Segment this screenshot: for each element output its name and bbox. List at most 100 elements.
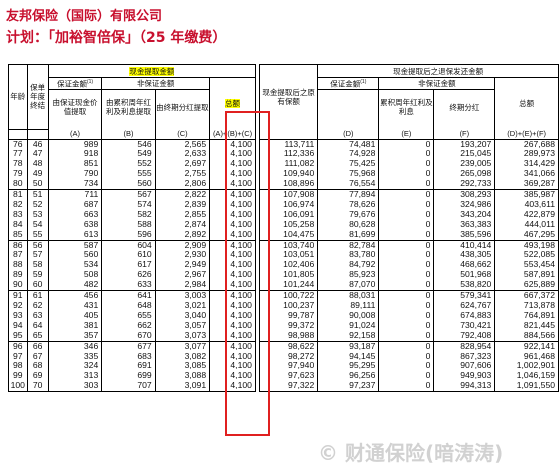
header-col-d — [317, 88, 380, 129]
cell-age: 80 — [8, 178, 28, 191]
company-title: 友邦保险（国际）有限公司 — [6, 9, 163, 24]
cell-policy-year: 70 — [26, 380, 49, 393]
table-row: 80 50 734 560 2,806 4,100 108,896 76,554 0 292,73… — [8, 178, 559, 191]
cell-col-a: 346 — [47, 341, 103, 352]
cell-col-f: 828,954 — [433, 341, 496, 352]
cell-total-def: 884,566 — [494, 330, 559, 342]
label-f: (F) — [433, 129, 496, 140]
cell-col-d: 92,158 — [317, 330, 380, 342]
cell-total-abc: 4,100 — [209, 178, 256, 191]
cell-col-a: 357 — [47, 330, 103, 342]
cell-total-abc: 4,100 — [209, 330, 256, 342]
header-guaranteed: 保证金额(1) — [47, 77, 103, 90]
header-col-f: 终期分红 — [433, 88, 496, 125]
cell-sum-assured-after: 97,322 — [258, 380, 319, 393]
cell-col-e: 0 — [378, 380, 435, 393]
cell-col-e: 0 — [378, 279, 435, 292]
benefit-illustration-table: 年龄 保单年度终结 现金提取金额 现金提取后之原有保额 现金提取后之退保发还金额… — [8, 64, 559, 393]
header-total-def: 总额 — [494, 77, 559, 129]
plan-title: 计划：「加裕智倍保」（25 年缴费） — [6, 30, 227, 46]
cell-col-d: 93,187 — [317, 341, 380, 352]
cell-col-f: 385,596 — [433, 229, 496, 241]
cell-col-c: 2,892 — [154, 229, 211, 241]
watermark: © 财通保险(暗涛涛) — [318, 441, 504, 465]
cell-col-f: 994,313 — [433, 380, 496, 393]
cell-col-b: 670 — [101, 330, 156, 342]
cell-col-d: 87,070 — [317, 279, 380, 292]
cell-col-b: 596 — [101, 229, 156, 241]
header-cash-withdrawal: 现金提取金额 — [47, 64, 256, 78]
header-policy-year: 保单年度终结 — [26, 64, 49, 130]
label-e: (E) — [378, 129, 435, 140]
cell-col-c: 2,806 — [154, 178, 211, 191]
header-col-e: 累积周年红利及利息 — [378, 88, 435, 125]
cell-policy-year: 55 — [26, 229, 49, 241]
cell-col-e: 0 — [378, 229, 435, 241]
cell-col-e: 0 — [378, 341, 435, 352]
cell-col-d: 76,554 — [317, 178, 380, 191]
cell-total-abc: 4,100 — [209, 229, 256, 241]
cell-col-f: 792,408 — [433, 330, 496, 342]
label-a: (A) — [47, 129, 103, 140]
cell-policy-year: 50 — [26, 178, 49, 191]
header-col-c: 由终期分红提取 — [154, 88, 211, 125]
cell-total-abc: 4,100 — [209, 380, 256, 393]
header-guaranteed-d: 保证金额(1) — [317, 77, 380, 90]
cell-col-c: 2,984 — [154, 279, 211, 292]
cell-policy-year: 66 — [26, 341, 49, 352]
cell-policy-year: 60 — [26, 279, 49, 292]
header-sum-assured-after: 现金提取后之原有保额 — [258, 64, 319, 129]
cell-col-e: 0 — [378, 330, 435, 342]
cell-col-b: 633 — [101, 279, 156, 292]
cell-total-abc: 4,100 — [209, 279, 256, 292]
cell-sum-assured-after: 98,622 — [258, 341, 319, 352]
cell-sum-assured-after: 101,244 — [258, 279, 319, 292]
cell-age: 95 — [8, 330, 28, 342]
cell-policy-year: 65 — [26, 330, 49, 342]
cell-total-def: 369,287 — [494, 178, 559, 191]
cell-col-a: 303 — [47, 380, 103, 393]
header-col-b: 由累积周年红利及利息提取 — [101, 88, 156, 125]
cell-age: 100 — [8, 380, 28, 393]
cell-col-d: 81,699 — [317, 229, 380, 241]
cell-age: 90 — [8, 279, 28, 292]
label-b: (B) — [101, 129, 156, 140]
cell-age: 85 — [8, 229, 28, 241]
header-non-guaranteed-ef: 非保证金额 — [378, 77, 496, 90]
cell-total-def: 922,141 — [494, 341, 559, 352]
header-surrender-after: 现金提取后之退保发还金额 — [317, 64, 559, 78]
cell-col-a: 482 — [47, 279, 103, 292]
cell-col-b: 707 — [101, 380, 156, 393]
cell-col-c: 3,073 — [154, 330, 211, 342]
header-non-guaranteed: 非保证金额 — [101, 77, 211, 90]
cell-sum-assured-after: 108,896 — [258, 178, 319, 191]
table-row: 85 55 613 596 2,892 4,100 104,475 81,699 0 385,59… — [8, 229, 559, 241]
label-d: (D) — [317, 129, 380, 140]
label-def: (D)+(E)+(F) — [494, 129, 559, 140]
cell-col-d: 97,237 — [317, 380, 380, 393]
cell-col-c: 3,091 — [154, 380, 211, 393]
cell-total-def: 467,295 — [494, 229, 559, 241]
cell-col-e: 0 — [378, 178, 435, 191]
table-row: 100 70 303 707 3,091 4,100 97,322 97,237 0 994,31… — [8, 380, 559, 393]
table-row: 95 65 357 670 3,073 4,100 98,988 92,158 0 792,408… — [8, 330, 559, 342]
cell-col-a: 613 — [47, 229, 103, 241]
cell-total-abc: 4,100 — [209, 341, 256, 352]
header-col-a: 由保证现金价值提取 — [47, 88, 103, 125]
table-row: 96 66 346 677 3,077 4,100 98,622 93,187 0 828,954… — [8, 341, 559, 352]
cell-total-def: 1,091,550 — [494, 380, 559, 393]
cell-col-b: 560 — [101, 178, 156, 191]
label-c: (C) — [154, 129, 211, 140]
label-abc: (A)+(B)+(C) — [209, 129, 256, 140]
cell-col-c: 3,077 — [154, 341, 211, 352]
cell-total-def: 625,889 — [494, 279, 559, 292]
cell-sum-assured-after: 98,988 — [258, 330, 319, 342]
cell-col-b: 677 — [101, 341, 156, 352]
header-total-abc: 总额 — [209, 77, 256, 129]
table-body: 76 46 989 546 2,565 4,100 113,711 74,481 0 193,20… — [8, 139, 559, 393]
header-age: 年龄 — [8, 64, 28, 130]
cell-sum-assured-after: 104,475 — [258, 229, 319, 241]
cell-col-f: 538,820 — [433, 279, 496, 292]
cell-col-f: 292,733 — [433, 178, 496, 191]
cell-age: 96 — [8, 341, 28, 352]
